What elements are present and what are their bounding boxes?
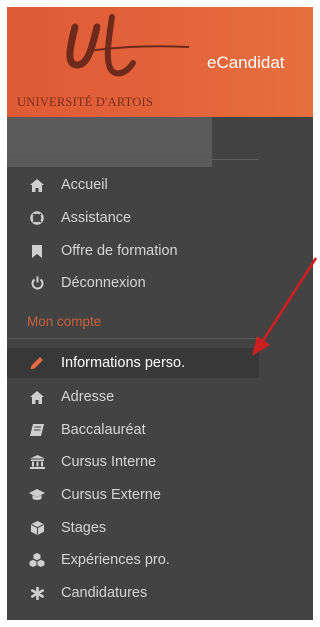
app-frame: UNIVERSITÉ D'ARTOIS eCandidat Accueil As… — [7, 7, 313, 620]
menu-item-cursus-externe[interactable]: Cursus Externe — [7, 480, 259, 510]
menu-item-label: Adresse — [61, 389, 115, 405]
header-banner: UNIVERSITÉ D'ARTOIS eCandidat — [7, 7, 313, 117]
menu-item-stages[interactable]: Stages — [7, 513, 259, 543]
pencil-icon — [29, 355, 45, 371]
asterisk-icon — [29, 585, 45, 601]
section-title-mon-compte: Mon compte — [27, 314, 102, 329]
app-title: eCandidat — [207, 53, 285, 72]
menu-item-label: Offre de formation — [61, 243, 178, 259]
home-icon — [29, 389, 45, 405]
menu-item-experiences-pro[interactable]: Expériences pro. — [7, 545, 259, 575]
menu-item-label: Déconnexion — [61, 275, 146, 291]
menu-item-adresse[interactable]: Adresse — [7, 382, 259, 412]
menu-item-baccalaureat[interactable]: Baccalauréat — [7, 415, 259, 445]
bookmark-icon — [29, 243, 45, 259]
menu-item-label: Accueil — [61, 177, 108, 193]
cube-icon — [29, 520, 45, 536]
menu-item-label: Informations perso. — [61, 355, 186, 371]
logo-text: UNIVERSITÉ D'ARTOIS — [17, 95, 153, 109]
menu-item-label: Assistance — [61, 210, 132, 226]
menu-item-label: Candidatures — [61, 585, 148, 601]
cubes-icon — [29, 552, 45, 568]
menu-item-label: Cursus Externe — [61, 487, 161, 503]
menu-item-assistance[interactable]: Assistance — [7, 203, 259, 233]
power-icon — [29, 275, 45, 291]
menu-item-label: Baccalauréat — [61, 422, 146, 438]
menu-item-deconnexion[interactable]: Déconnexion — [7, 268, 259, 298]
graduation-cap-icon — [29, 487, 45, 503]
menu-item-candidatures[interactable]: Candidatures — [7, 578, 259, 608]
university-logo[interactable] — [57, 13, 197, 93]
menu-item-label: Expériences pro. — [61, 552, 170, 568]
book-icon — [29, 422, 45, 438]
menu-item-cursus-interne[interactable]: Cursus Interne — [7, 447, 259, 477]
menu-item-informations-perso[interactable]: Informations perso. — [7, 348, 259, 378]
institution-icon — [29, 454, 45, 470]
menu-item-label: Cursus Interne — [61, 454, 157, 470]
menu-item-accueil[interactable]: Accueil — [7, 170, 259, 200]
life-ring-icon — [29, 210, 45, 226]
divider — [7, 338, 259, 339]
menu-item-offre-de-formation[interactable]: Offre de formation — [7, 236, 259, 266]
home-icon — [29, 177, 45, 193]
divider — [7, 159, 259, 160]
menu-item-label: Stages — [61, 520, 107, 536]
